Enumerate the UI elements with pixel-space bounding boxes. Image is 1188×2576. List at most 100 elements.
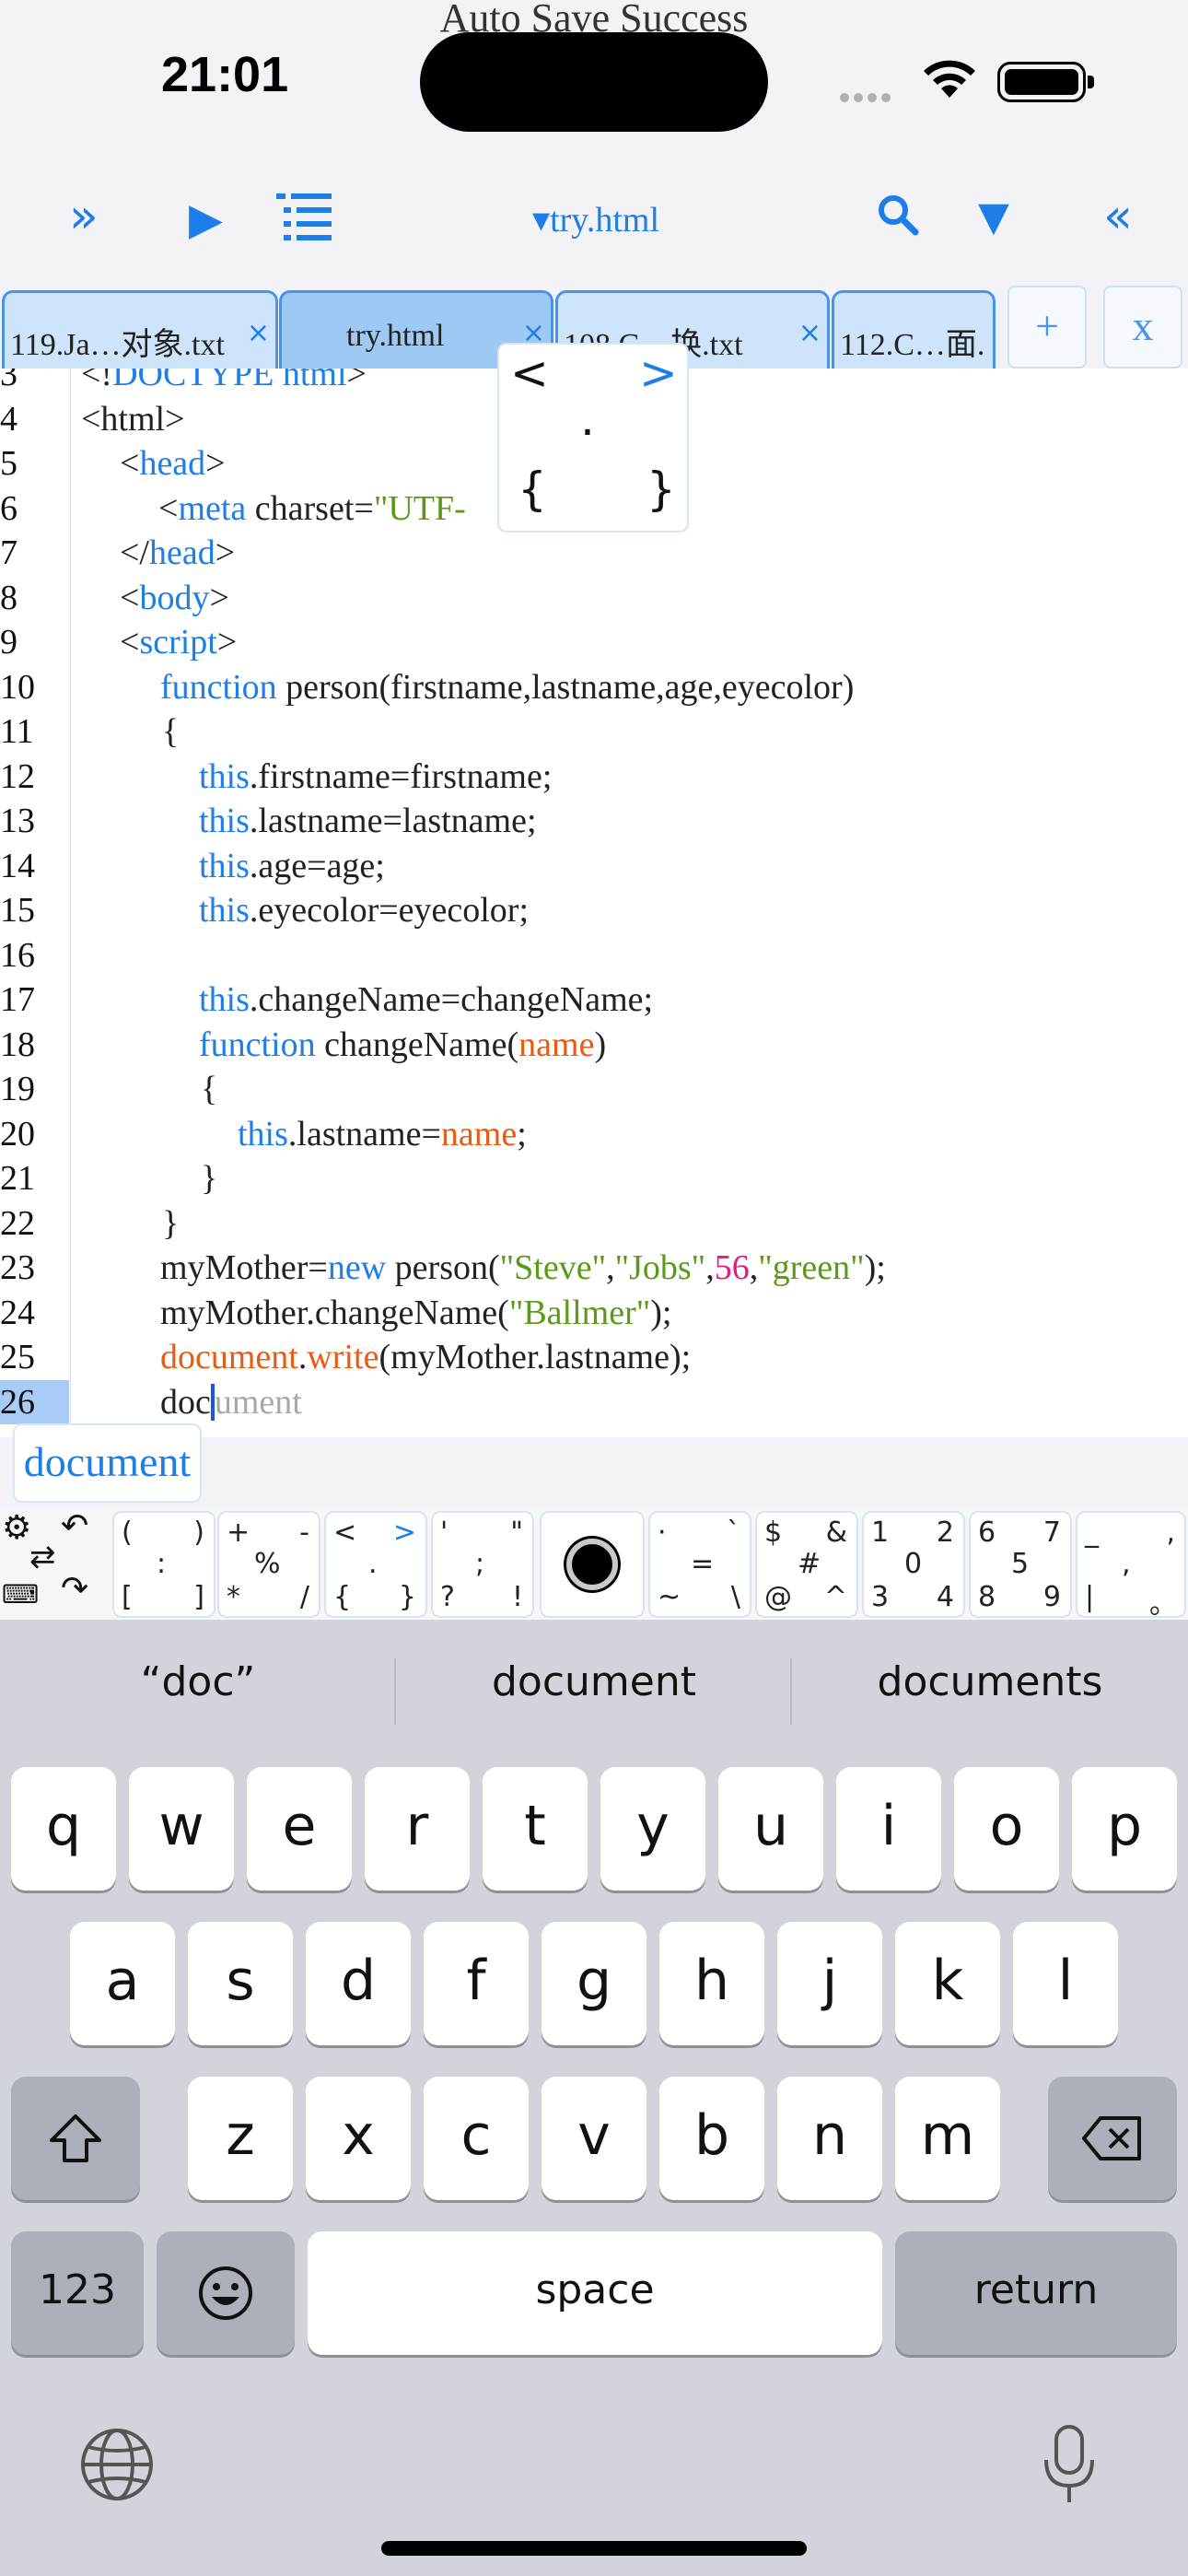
line-text: { [201, 1070, 218, 1108]
line-number: 8 [0, 578, 17, 617]
symbol-key[interactable]: < >.{} [324, 1511, 427, 1618]
key-n[interactable]: n [777, 2077, 882, 2200]
symbol-key[interactable]: ():[] [112, 1511, 215, 1618]
key-s[interactable]: s [188, 1922, 293, 2045]
key-v[interactable]: v [542, 2077, 646, 2200]
line-number: 10 [0, 667, 35, 707]
backspace-icon [1082, 2116, 1141, 2161]
keyboard-icon[interactable]: ⌨ [2, 1579, 39, 1610]
key-z[interactable]: z [188, 2077, 293, 2200]
globe-icon[interactable] [79, 2427, 155, 2506]
status-time: 21:01 [161, 47, 289, 102]
outline-list-icon[interactable] [276, 192, 333, 247]
file-name-label: try.html [550, 201, 659, 240]
search-icon[interactable] [877, 193, 919, 240]
key-x[interactable]: x [306, 2077, 411, 2200]
key-i[interactable]: i [836, 1767, 941, 1891]
key-f[interactable]: f [424, 1922, 529, 2045]
symbol-dot[interactable]: . [580, 392, 595, 446]
key-q[interactable]: q [11, 1767, 116, 1891]
key-g[interactable]: g [542, 1922, 646, 2045]
symbol-key[interactable]: _,, |。 [1076, 1511, 1186, 1621]
collapse-sidebar-icon[interactable]: « [1103, 189, 1133, 244]
number-key[interactable]: 12034 [862, 1511, 965, 1618]
line-text: this.lastname=name; [238, 1114, 527, 1153]
gear-icon[interactable]: ⚙ [2, 1509, 31, 1547]
code-line: 14 this.age=age; [0, 844, 1188, 889]
symbol-right-brace[interactable]: } [646, 463, 676, 516]
line-text: <meta charset="UTF- [158, 488, 466, 528]
space-key[interactable]: space [308, 2231, 882, 2355]
line-number: 5 [0, 444, 17, 483]
line-text: </head> [120, 533, 236, 572]
file-tab[interactable]: 112.C…面. [832, 290, 996, 369]
key-m[interactable]: m [895, 2077, 1000, 2200]
line-text-current[interactable]: doc ument [160, 1380, 302, 1425]
code-line: 10 function person(firstname,lastname,age… [0, 665, 1188, 710]
delete-key[interactable] [1048, 2077, 1177, 2200]
expand-sidebar-icon[interactable]: » [69, 189, 99, 244]
key-u[interactable]: u [718, 1767, 823, 1891]
close-tab-icon[interactable]: × [247, 317, 270, 349]
line-text: } [162, 1203, 180, 1243]
code-line-current[interactable]: 26 doc ument [0, 1379, 1188, 1425]
close-tab-icon[interactable]: × [798, 317, 821, 349]
key-o[interactable]: o [954, 1767, 1059, 1891]
ghost-completion: ument [214, 1382, 302, 1422]
file-tab[interactable]: 119.Ja…对象.txt × [2, 290, 278, 369]
key-e[interactable]: e [247, 1767, 352, 1891]
dynamic-island [420, 32, 768, 132]
symbol-key[interactable]: · ` = ~ \ [648, 1511, 751, 1618]
key-w[interactable]: w [129, 1767, 234, 1891]
key-c[interactable]: c [424, 2077, 529, 2200]
key-a[interactable]: a [70, 1922, 175, 2045]
add-tab-button[interactable]: + [1007, 286, 1087, 369]
system-keyboard: “doc” document documents q w e r t y u i… [0, 1620, 1188, 2576]
key-b[interactable]: b [659, 2077, 764, 2200]
return-key[interactable]: return [895, 2231, 1177, 2355]
key-d[interactable]: d [306, 1922, 411, 2045]
key-k[interactable]: k [895, 1922, 1000, 2045]
symbol-key[interactable]: + -% * / [217, 1511, 320, 1618]
line-text: <body> [120, 578, 229, 617]
tab-label: try.html [346, 319, 445, 353]
code-line: 24 myMother.changeName("Ballmer"); [0, 1291, 1188, 1336]
predictive-suggestion[interactable]: “doc” [0, 1658, 396, 1705]
number-key[interactable]: 67589 [969, 1511, 1072, 1618]
key-p[interactable]: p [1072, 1767, 1177, 1891]
cursor-joystick-button[interactable] [540, 1511, 645, 1618]
numbers-key[interactable]: 123 [11, 2231, 144, 2355]
file-name-dropdown[interactable]: ▾try.html [532, 199, 659, 240]
key-r[interactable]: r [365, 1767, 470, 1891]
filter-triangle-icon[interactable]: ▼ [978, 193, 1009, 240]
predictive-suggestion[interactable]: documents [792, 1658, 1188, 1705]
symbol-less-than[interactable]: < [510, 346, 549, 400]
symbol-key[interactable]: $ & # @ ^ [755, 1511, 858, 1618]
symbol-key[interactable]: ' ";?! [431, 1511, 534, 1618]
undo-icon[interactable]: ↶ [61, 1507, 88, 1545]
line-number: 13 [0, 802, 35, 840]
key-y[interactable]: y [600, 1767, 705, 1891]
close-all-tabs-button[interactable]: x [1103, 286, 1182, 369]
code-line: 25 document.write(myMother.lastname); [0, 1335, 1188, 1380]
line-number: 25 [0, 1338, 35, 1376]
symbol-greater-than[interactable]: > [639, 346, 678, 400]
emoji-key[interactable] [157, 2231, 295, 2355]
key-h[interactable]: h [659, 1922, 764, 2045]
redo-icon[interactable]: ↷ [61, 1570, 88, 1608]
line-text: this.changeName=changeName; [199, 980, 654, 1019]
swap-icon[interactable]: ⇄ [29, 1539, 56, 1575]
autocomplete-suggestion[interactable]: document [13, 1423, 202, 1503]
symbol-left-brace[interactable]: { [518, 463, 547, 516]
key-j[interactable]: j [777, 1922, 882, 2045]
predictive-suggestion[interactable]: document [396, 1658, 792, 1705]
symbol-popup[interactable]: < > . { } [497, 343, 689, 533]
shift-key[interactable] [11, 2077, 140, 2200]
microphone-icon[interactable] [1041, 2423, 1098, 2510]
line-text: document.write(myMother.lastname); [160, 1338, 692, 1376]
code-line: 16 [0, 933, 1188, 978]
key-t[interactable]: t [483, 1767, 588, 1891]
key-l[interactable]: l [1013, 1922, 1118, 2045]
run-icon[interactable]: ▶ [189, 193, 223, 245]
battery-icon [997, 62, 1094, 102]
